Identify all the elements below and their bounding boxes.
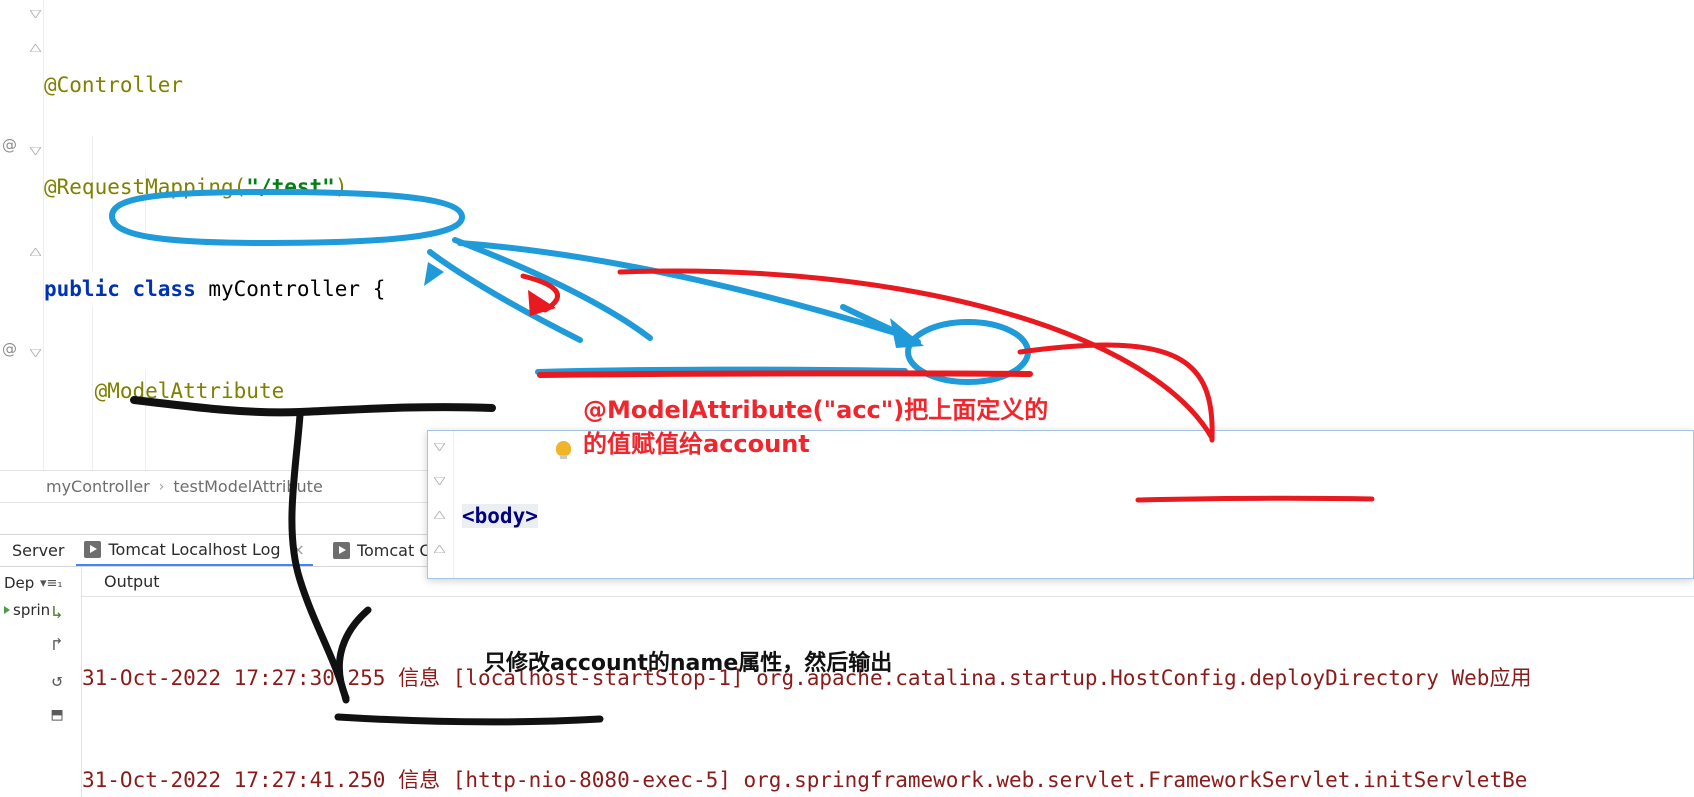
code-line-1[interactable]: @Controller: [44, 68, 1694, 102]
close-icon-localhost[interactable]: ×: [292, 540, 305, 559]
console-panel: Dep ▾≡₁ sprin ↳ ↱ ↺ ⬒ Output 31-Oct-2022…: [0, 566, 1694, 797]
editor-fold-gutter[interactable]: [22, 0, 44, 470]
annotation-red-note-line2: 的值赋值给account: [583, 430, 810, 458]
tab-label-localhost: Tomcat Localhost Log: [108, 539, 281, 559]
popup-fold-gutter[interactable]: [428, 431, 454, 578]
expand-triangle-icon[interactable]: [4, 606, 10, 614]
rerun-button[interactable]: ↳: [42, 597, 72, 627]
fold-triangle-icon-5[interactable]: [30, 349, 41, 357]
fold-triangle-icon-4[interactable]: [30, 248, 41, 256]
popup-fold-icon-1[interactable]: [434, 443, 445, 451]
scroll-up-button[interactable]: ↱: [42, 629, 72, 659]
popup-fold-icon-3[interactable]: [434, 511, 445, 519]
breadcrumb-separator-icon: ›: [158, 478, 165, 495]
ide-window: @ @ @Controller @RequestMapping("/test")…: [0, 0, 1694, 797]
annotation-red-note-line1: @ModelAttribute("acc")把上面定义的: [583, 396, 1049, 424]
tab-tomcat-localhost-log[interactable]: Tomcat Localhost Log ×: [76, 535, 313, 567]
log-line-2: 31-Oct-2022 17:27:41.250 信息 [http-nio-80…: [82, 768, 1528, 792]
breadcrumb-class[interactable]: myController: [46, 477, 150, 496]
popup-fold-icon-4[interactable]: [434, 545, 445, 553]
console-log-area[interactable]: 31-Oct-2022 17:27:30.255 信息 [localhost-s…: [82, 597, 1694, 797]
gutter-annotation-marker-2: @: [2, 340, 17, 358]
fold-triangle-icon-3[interactable]: [30, 147, 41, 155]
fold-triangle-icon-1[interactable]: [30, 10, 41, 18]
deployment-label[interactable]: Dep: [4, 574, 34, 592]
gutter-annotation-marker-1: @: [2, 136, 17, 154]
popup-fold-icon-2[interactable]: [434, 477, 445, 485]
editor-left-gutter: @ @: [0, 0, 22, 470]
popup-line-body-open[interactable]: <body>: [454, 499, 1564, 533]
print-button[interactable]: ⬒: [42, 699, 72, 729]
run-icon-catalina: [332, 542, 350, 559]
output-tab-label: Output: [104, 572, 160, 591]
console-sidebar[interactable]: Dep ▾≡₁ sprin ↳ ↱ ↺ ⬒: [0, 567, 82, 797]
deployment-control-icon[interactable]: ▾≡₁: [40, 576, 63, 591]
code-line-2[interactable]: @RequestMapping("/test"): [44, 170, 1694, 204]
annotation-black-note: 只修改account的name属性，然后输出: [484, 651, 893, 676]
code-line-3[interactable]: public class myController {: [44, 272, 1694, 306]
lightbulb-icon[interactable]: [556, 441, 571, 459]
popup-tag-body-open: <body>: [462, 504, 538, 528]
restart-button[interactable]: ↺: [42, 665, 72, 695]
breadcrumb-method[interactable]: testModelAttribute: [173, 477, 322, 496]
run-icon: [84, 540, 102, 558]
fold-triangle-icon-2[interactable]: [30, 44, 41, 52]
tool-window-label-server[interactable]: Server: [0, 541, 76, 560]
